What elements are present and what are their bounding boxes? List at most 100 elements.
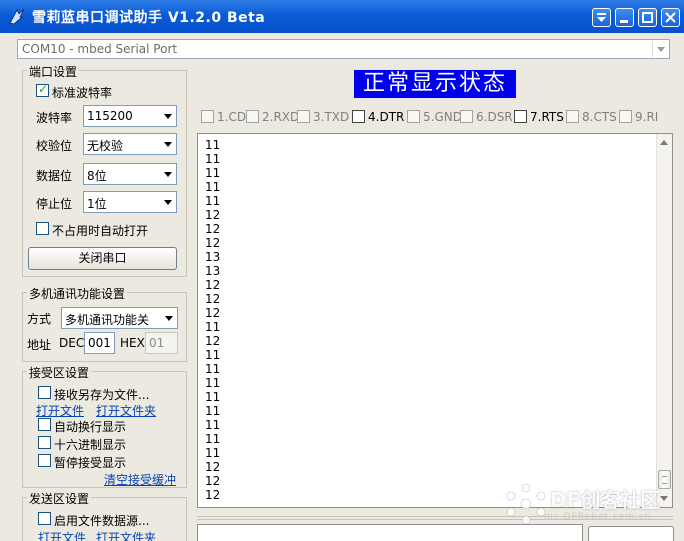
- received-line: 12: [205, 278, 221, 292]
- port-settings-title: 端口设置: [27, 63, 80, 80]
- dropdown-icon: [597, 13, 606, 22]
- auto-newline-checkbox[interactable]: [38, 418, 51, 431]
- databits-value: 8位: [87, 169, 107, 183]
- parity-value: 无校验: [87, 139, 124, 153]
- received-line: 11: [205, 320, 221, 334]
- df-logo-icon: [506, 483, 546, 525]
- maximize-icon: [642, 12, 653, 23]
- signal-cts-checkbox[interactable]: [566, 110, 579, 123]
- receive-open-folder-link[interactable]: 打开文件夹: [96, 402, 156, 419]
- receive-settings-title: 接受区设置: [27, 364, 92, 381]
- save-to-file-label: 接收另存为文件...: [54, 388, 150, 402]
- databits-select[interactable]: 8位: [83, 163, 177, 185]
- receive-open-file-link[interactable]: 打开文件: [36, 402, 84, 419]
- received-line: 11: [205, 138, 221, 152]
- title-bar: 雪莉蓝串口调试助手 V1.2.0 Beta: [0, 0, 684, 33]
- received-line: 11: [205, 418, 221, 432]
- mode-label: 方式: [27, 312, 52, 326]
- hex-display-checkbox[interactable]: [38, 436, 51, 449]
- window-title: 雪莉蓝串口调试助手 V1.2.0 Beta: [32, 10, 266, 26]
- auto-open-label: 不占用时自动打开: [52, 224, 149, 238]
- minimize-icon: [620, 20, 628, 23]
- minimize-button[interactable]: [615, 8, 634, 27]
- baud-label: 波特率: [36, 111, 73, 125]
- dec-input[interactable]: 001: [84, 332, 115, 354]
- received-data: 11 11 11 11 11 12 12 12 13 13 12 12 12 11 12 11 11 11 11 11…: [205, 138, 220, 502]
- received-line: 11: [205, 404, 221, 418]
- multi-comm-title: 多机通讯功能设置: [27, 285, 128, 302]
- signal-dtr-label: 4.DTR: [368, 110, 405, 124]
- dec-label: DEC: [59, 336, 85, 350]
- stopbits-value: 1位: [87, 197, 107, 211]
- received-line: 11: [205, 348, 221, 362]
- received-line: 11: [205, 152, 221, 166]
- standard-baud-checkbox[interactable]: [36, 82, 49, 97]
- signal-cd-label: 1.CD: [217, 110, 247, 124]
- stopbits-select[interactable]: 1位: [83, 191, 177, 213]
- receive-textarea[interactable]: 11 11 11 11 11 12 12 12 13 13 12 12 12 11 12 11 11 11 11 11…: [197, 133, 673, 508]
- signal-rxd-checkbox[interactable]: [246, 110, 259, 123]
- watermark: DF创客社区 mc.DFRobot.com.cn: [502, 478, 684, 532]
- chevron-down-icon: [164, 172, 172, 177]
- close-button[interactable]: [661, 8, 680, 27]
- signal-rts-label: 7.RTS: [530, 110, 564, 124]
- baud-value: 115200: [87, 109, 133, 123]
- received-line: 11: [205, 180, 221, 194]
- signal-rxd-label: 2.RXD: [262, 110, 300, 124]
- databits-label: 数据位: [36, 169, 73, 183]
- received-line: 11: [205, 390, 221, 404]
- received-line: 12: [205, 488, 221, 502]
- maximize-button[interactable]: [638, 8, 657, 27]
- file-source-label: 启用文件数据源...: [54, 514, 150, 528]
- scroll-up-icon[interactable]: [660, 140, 668, 145]
- signal-dsr-label: 6.DSR: [476, 110, 513, 124]
- received-line: 12: [205, 208, 221, 222]
- stopbits-label: 停止位: [36, 197, 73, 211]
- watermark-text: DF创客社区: [550, 488, 661, 512]
- pause-display-checkbox[interactable]: [38, 454, 51, 467]
- received-line: 12: [205, 460, 221, 474]
- auto-newline-label: 自动换行显示: [54, 420, 127, 434]
- received-line: 12: [205, 292, 221, 306]
- signal-gnd-label: 5.GND: [423, 110, 462, 124]
- port-select-value: COM10 - mbed Serial Port: [22, 42, 178, 56]
- chevron-down-icon: [165, 316, 173, 321]
- signal-txd-label: 3.TXD: [313, 110, 350, 124]
- received-line: 11: [205, 432, 221, 446]
- port-select[interactable]: COM10 - mbed Serial Port: [17, 39, 670, 59]
- auto-open-checkbox[interactable]: [36, 222, 49, 235]
- received-line: 12: [205, 236, 221, 250]
- baud-select[interactable]: 115200: [83, 105, 177, 127]
- received-line: 11: [205, 376, 221, 390]
- close-port-button[interactable]: 关闭串口: [28, 247, 177, 270]
- chevron-down-icon[interactable]: [652, 41, 668, 57]
- status-banner: 正常显示状态: [354, 70, 516, 98]
- parity-select[interactable]: 无校验: [83, 133, 177, 155]
- send-settings-title: 发送区设置: [27, 490, 92, 507]
- chevron-down-icon: [164, 114, 172, 119]
- signal-txd-checkbox[interactable]: [297, 110, 310, 123]
- received-line: 12: [205, 474, 221, 488]
- clear-buffer-link[interactable]: 清空接受缓冲: [104, 471, 176, 488]
- signal-dsr-checkbox[interactable]: [460, 110, 473, 123]
- received-line: 11: [205, 166, 221, 180]
- send-open-file-link[interactable]: 打开文件: [38, 529, 86, 541]
- hex-label: HEX: [120, 336, 145, 350]
- hex-display-label: 十六进制显示: [54, 438, 127, 452]
- app-logo-icon: [9, 8, 25, 25]
- received-line: 11: [205, 362, 221, 376]
- save-to-file-checkbox[interactable]: [38, 386, 51, 399]
- signal-gnd-checkbox[interactable]: [407, 110, 420, 123]
- mode-select[interactable]: 多机通讯功能关: [61, 307, 178, 329]
- address-label: 地址: [27, 338, 52, 352]
- signal-ri-checkbox[interactable]: [619, 110, 632, 123]
- receive-scrollbar[interactable]: [656, 134, 672, 507]
- received-line: 11: [205, 446, 221, 460]
- send-open-folder-link[interactable]: 打开文件夹: [96, 529, 156, 541]
- hex-input[interactable]: 01: [145, 332, 178, 354]
- signal-cd-checkbox[interactable]: [201, 110, 214, 123]
- signal-rts-checkbox[interactable]: [514, 110, 527, 123]
- signal-dtr-checkbox[interactable]: [352, 110, 365, 123]
- title-menu-button[interactable]: [592, 8, 611, 27]
- file-source-checkbox[interactable]: [38, 512, 51, 525]
